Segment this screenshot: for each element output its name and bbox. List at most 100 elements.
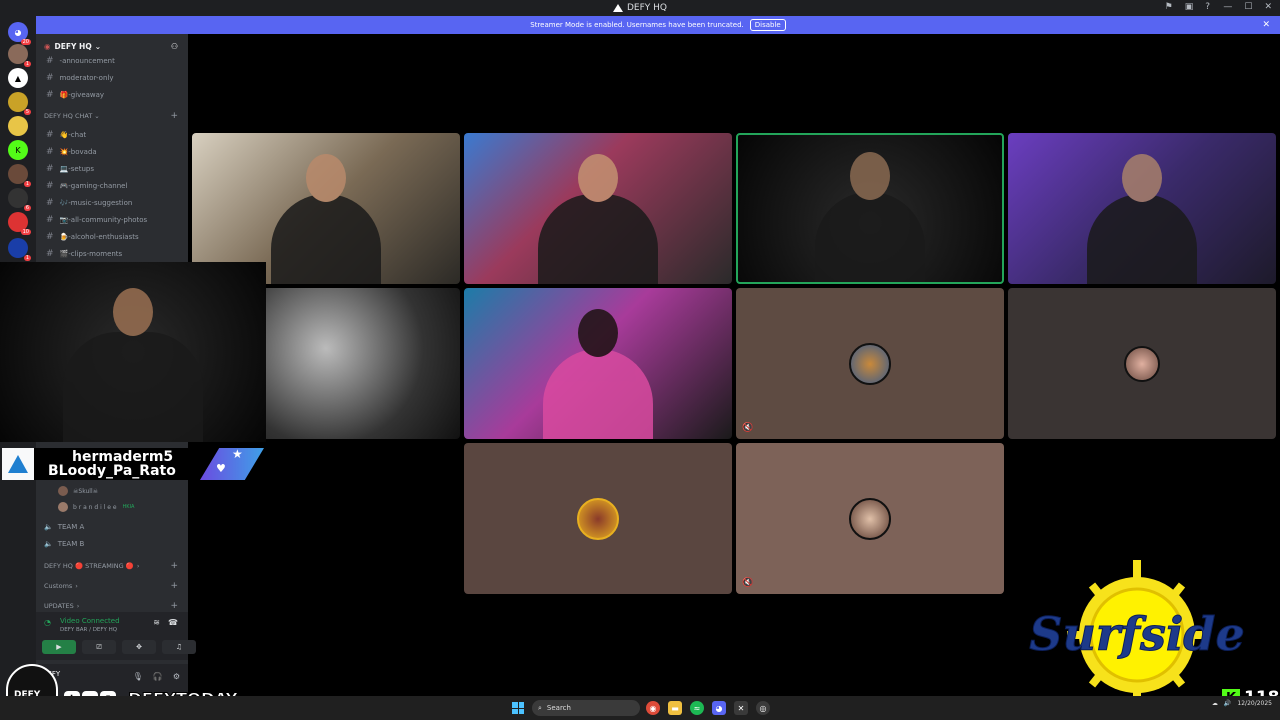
clock-date[interactable]: 12/20/2025 (1237, 700, 1272, 707)
server-icon[interactable]: 1 (8, 238, 31, 261)
video-tile[interactable] (1008, 133, 1276, 284)
server-icon[interactable]: 5 (8, 92, 31, 115)
hash-icon: # (46, 89, 54, 100)
minimize-button[interactable]: — (1223, 2, 1232, 12)
server-icon[interactable]: 1 (8, 44, 31, 67)
participant-video (538, 154, 658, 284)
noise-suppression-icon[interactable]: ≋ (153, 618, 160, 627)
muted-icon: 🔇 (742, 423, 754, 433)
hash-icon: # (46, 146, 54, 157)
voice-connection-panel: ◔ Video Connected DEFY BAR / DEFY HQ ≋ ☎… (36, 612, 196, 660)
channel-item[interactable]: # 👋-chat (36, 126, 188, 143)
network-icon[interactable]: ☁ (1212, 700, 1218, 707)
channel-item[interactable]: # 🎮-gaming-channel (36, 177, 188, 194)
channel-item[interactable]: # 💥-bovada (36, 143, 188, 160)
help-icon[interactable]: ? (1205, 2, 1210, 12)
category-header[interactable]: DEFY HQ CHAT ⌄ + (36, 106, 188, 126)
add-channel-icon[interactable]: + (170, 601, 178, 611)
inbox-icon[interactable]: ⚑ (1165, 2, 1173, 12)
video-tile[interactable] (464, 133, 732, 284)
hash-icon: # (46, 197, 54, 208)
file-explorer-icon[interactable]: ▬ (668, 701, 682, 715)
voice-user[interactable]: ☠Skull☠ (36, 483, 188, 499)
channel-label: 📷-all-community-photos (59, 215, 148, 224)
channel-item[interactable]: # 💻-setups (36, 160, 188, 177)
audio-tile[interactable] (1008, 288, 1276, 439)
server-header[interactable]: ◉ DEFY HQ ⌄ ⚇ (36, 34, 188, 58)
star-icon: ★ (232, 447, 243, 461)
voice-status[interactable]: Video Connected (60, 617, 120, 625)
heart-icon: ♥ (216, 462, 226, 475)
disable-streamer-mode-button[interactable]: Disable (749, 19, 786, 31)
server-icon[interactable]: 1 (8, 164, 31, 187)
add-member-icon[interactable]: ⚇ (171, 42, 178, 51)
voice-channel-label: TEAM A (57, 522, 85, 531)
direct-messages-icon[interactable]: ◕ 20 (8, 22, 31, 45)
activities-button[interactable]: ✥ (122, 640, 156, 654)
participant-video (1087, 154, 1197, 284)
hash-icon: # (46, 180, 54, 191)
channel-item[interactable]: # 📷-all-community-photos (36, 211, 188, 228)
voice-channel[interactable]: 🔈 TEAM A (36, 518, 188, 535)
spotify-icon[interactable]: ≈ (690, 701, 704, 715)
avatar (849, 342, 891, 385)
category-label: DEFY HQ 🔴 STREAMING 🔴 (44, 562, 134, 570)
hash-icon: # (46, 248, 54, 259)
voice-channel[interactable]: 🔈 TEAM B (36, 535, 188, 552)
app-icon[interactable]: ✕ (734, 701, 748, 715)
server-badge: 5 (23, 109, 31, 115)
streamer-mode-text: Streamer Mode is enabled. Usernames have… (530, 21, 744, 29)
server-icon[interactable]: 10 (8, 212, 31, 235)
category-label: Customs (44, 582, 73, 590)
chevron-down-icon: ⌄ (94, 112, 100, 120)
close-button[interactable]: ✕ (1264, 2, 1272, 12)
server-badge: 1 (23, 61, 31, 67)
streamer-webcam-overlay (0, 262, 266, 442)
chevron-down-icon: ⌄ (94, 41, 102, 51)
screen-icon[interactable]: ▣ (1185, 2, 1194, 12)
server-icon[interactable]: 6 (8, 188, 31, 211)
audio-tile[interactable]: 🔇 (736, 288, 1004, 439)
maximize-button[interactable]: ☐ (1244, 2, 1252, 12)
discord-icon[interactable]: ◕ (712, 701, 726, 715)
defy-server-icon[interactable]: ▲ (8, 68, 28, 88)
audio-tile[interactable]: 🔇 (736, 443, 1004, 594)
add-channel-icon[interactable]: + (170, 581, 178, 591)
muted-icon: 🔇 (742, 578, 754, 588)
chrome-icon[interactable]: ◉ (646, 701, 660, 715)
taskbar-search[interactable]: ⌕ Search (532, 700, 640, 716)
start-button[interactable] (512, 702, 524, 714)
video-tile-speaking[interactable] (736, 133, 1004, 284)
channel-item[interactable]: # 🍺-alcohol-enthusiasts (36, 228, 188, 245)
volume-icon[interactable]: 🔊 (1224, 700, 1231, 707)
defy-logo-icon (2, 448, 34, 480)
channel-item[interactable]: # 🎬-clips-moments (36, 245, 188, 262)
close-banner-icon[interactable]: ✕ (1262, 20, 1270, 30)
camera-button[interactable]: ▶ (42, 640, 76, 654)
category-header[interactable]: DEFY HQ 🔴 STREAMING 🔴 › + (36, 556, 188, 576)
add-channel-icon[interactable]: + (170, 561, 178, 571)
voice-user[interactable]: b r a n d i l e e HKIA (36, 499, 188, 515)
category-header[interactable]: Customs › + (36, 576, 188, 596)
channel-item[interactable]: # 🎶-music-suggestion (36, 194, 188, 211)
app-icon[interactable]: ◎ (756, 701, 770, 715)
kick-server-icon[interactable]: K (8, 140, 28, 160)
channel-item[interactable]: # 🎁-giveaway (36, 86, 188, 103)
search-icon: ⌕ (538, 703, 542, 712)
screen-share-button[interactable]: ⎚ (82, 640, 116, 654)
signal-icon: ◔ (44, 618, 51, 627)
server-badge-icon: ◉ (44, 41, 51, 51)
audio-tile[interactable] (464, 443, 732, 594)
speaker-icon: 🔈 (44, 539, 53, 548)
soundboard-button[interactable]: ♫ (162, 640, 196, 654)
disconnect-icon[interactable]: ☎ (168, 618, 178, 627)
channel-item[interactable]: # moderator-only (36, 69, 188, 86)
server-icon[interactable] (8, 116, 28, 136)
hash-icon: # (46, 72, 54, 83)
speaker-icon: 🔈 (44, 522, 53, 531)
chevron-right-icon: › (136, 562, 140, 570)
chevron-right-icon: › (76, 602, 80, 610)
avatar (1124, 345, 1160, 382)
add-channel-icon[interactable]: + (170, 111, 178, 121)
video-tile[interactable] (464, 288, 732, 439)
